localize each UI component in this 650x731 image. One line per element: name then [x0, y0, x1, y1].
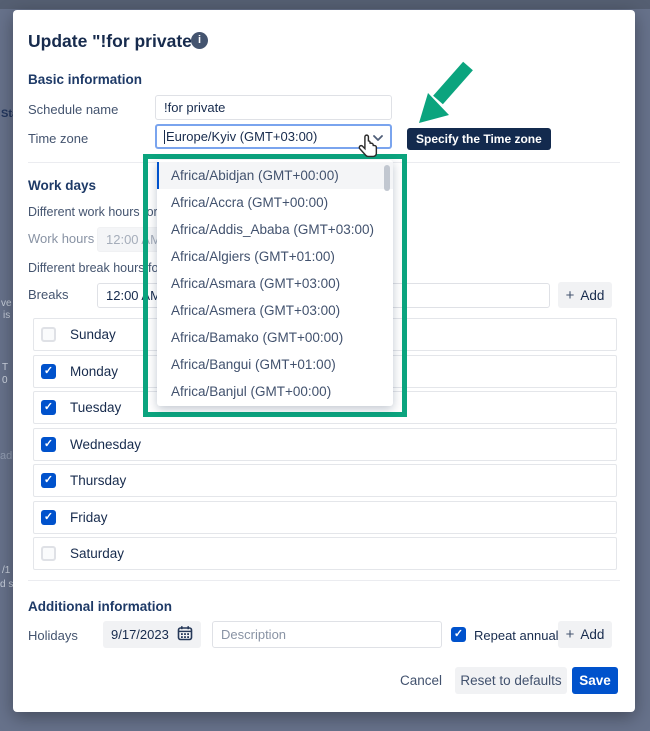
schedule-name-input[interactable]	[155, 95, 392, 120]
repeat-annually-label: Repeat annually	[474, 628, 568, 643]
timezone-tooltip: Specify the Time zone	[407, 128, 551, 150]
add-holiday-label: Add	[580, 627, 604, 642]
different-work-hours-label: Different work hours for	[28, 205, 158, 219]
add-break-button[interactable]: + Add	[558, 282, 612, 308]
save-button[interactable]: Save	[572, 667, 618, 694]
work-hours-label: Work hours	[28, 231, 94, 246]
timezone-option[interactable]: Africa/Accra (GMT+00:00)	[157, 189, 393, 216]
backdrop-fragment: T	[2, 363, 8, 373]
backdrop-fragment: d s	[0, 580, 13, 590]
timezone-option[interactable]: Africa/Bangui (GMT+01:00)	[157, 351, 393, 378]
backdrop-fragment: /1	[2, 566, 10, 576]
workday-label: Monday	[70, 364, 118, 379]
backdrop-fragment: ve	[1, 299, 12, 309]
workday-checkbox[interactable]	[41, 546, 56, 561]
timezone-option-label: Africa/Asmera (GMT+03:00)	[171, 303, 340, 318]
add-holiday-button[interactable]: + Add	[558, 621, 612, 648]
workday-label: Wednesday	[70, 437, 141, 452]
section-divider	[28, 580, 620, 581]
holiday-description-input[interactable]	[212, 621, 442, 648]
text-caret	[164, 130, 165, 144]
timezone-option-label: Africa/Banjul (GMT+00:00)	[171, 384, 331, 399]
timezone-label: Time zone	[28, 131, 88, 146]
timezone-option-label: Africa/Bangui (GMT+01:00)	[171, 357, 336, 372]
workday-row[interactable]: ✓ Friday	[33, 501, 617, 534]
info-icon[interactable]: i	[191, 32, 208, 49]
calendar-icon[interactable]	[177, 625, 193, 644]
timezone-option-label: Africa/Abidjan (GMT+00:00)	[171, 168, 339, 183]
timezone-option-label: Africa/Accra (GMT+00:00)	[171, 195, 328, 210]
timezone-option-label: Africa/Asmara (GMT+03:00)	[171, 276, 340, 291]
workday-checkbox[interactable]: ✓	[41, 510, 56, 525]
workday-label: Thursday	[70, 473, 126, 488]
timezone-option-label: Africa/Bamako (GMT+00:00)	[171, 330, 343, 345]
repeat-annually-checkbox[interactable]: ✓	[451, 627, 466, 642]
workday-label: Tuesday	[70, 400, 121, 415]
holiday-date-field[interactable]: 9/17/2023	[103, 621, 201, 648]
timezone-option-label: Africa/Algiers (GMT+01:00)	[171, 249, 335, 264]
workday-checkbox[interactable]	[41, 327, 56, 342]
basic-information-heading: Basic information	[28, 72, 142, 87]
workday-label: Friday	[70, 510, 108, 525]
timezone-dropdown: Africa/Abidjan (GMT+00:00) Africa/Accra …	[157, 160, 393, 406]
add-break-label: Add	[580, 288, 604, 303]
cancel-button[interactable]: Cancel	[391, 667, 451, 694]
backdrop-fragment: is	[3, 311, 10, 321]
work-days-heading: Work days	[28, 178, 96, 193]
backdrop-fragment: 0	[2, 376, 8, 386]
workday-label: Saturday	[70, 546, 124, 561]
workday-row[interactable]: Saturday	[33, 537, 617, 570]
workday-checkbox[interactable]: ✓	[41, 473, 56, 488]
timezone-option[interactable]: Africa/Banjul (GMT+00:00)	[157, 378, 393, 405]
backdrop-top-band	[0, 0, 650, 9]
annotation-arrow-icon	[405, 55, 485, 130]
workday-label: Sunday	[70, 327, 116, 342]
breaks-label: Breaks	[28, 287, 68, 302]
timezone-option[interactable]: Africa/Abidjan (GMT+00:00)	[157, 162, 393, 189]
modal-title: Update "!for private"	[28, 31, 200, 52]
reset-to-defaults-button[interactable]: Reset to defaults	[455, 667, 567, 694]
timezone-option[interactable]: Africa/Asmera (GMT+03:00)	[157, 297, 393, 324]
timezone-option[interactable]: Africa/Algiers (GMT+01:00)	[157, 243, 393, 270]
timezone-select-value: Europe/Kyiv (GMT+03:00)	[166, 129, 317, 144]
timezone-option[interactable]: Africa/Addis_Ababa (GMT+03:00)	[157, 216, 393, 243]
additional-information-heading: Additional information	[28, 599, 172, 614]
workday-row[interactable]: ✓ Wednesday	[33, 428, 617, 461]
mouse-cursor-icon	[356, 133, 382, 163]
backdrop-fragment: ad	[0, 451, 12, 462]
workday-checkbox[interactable]: ✓	[41, 437, 56, 452]
timezone-option[interactable]: Africa/Bamako (GMT+00:00)	[157, 324, 393, 351]
workday-checkbox[interactable]: ✓	[41, 400, 56, 415]
holidays-label: Holidays	[28, 628, 78, 643]
schedule-name-label: Schedule name	[28, 102, 118, 117]
plus-icon: +	[566, 287, 575, 304]
holiday-date-value: 9/17/2023	[111, 627, 169, 642]
timezone-option-label: Africa/Addis_Ababa (GMT+03:00)	[171, 222, 374, 237]
plus-icon: +	[566, 626, 575, 643]
workday-row[interactable]: ✓ Thursday	[33, 464, 617, 497]
dropdown-scrollbar-thumb[interactable]	[384, 165, 390, 191]
timezone-option[interactable]: Africa/Asmara (GMT+03:00)	[157, 270, 393, 297]
workday-checkbox[interactable]: ✓	[41, 364, 56, 379]
